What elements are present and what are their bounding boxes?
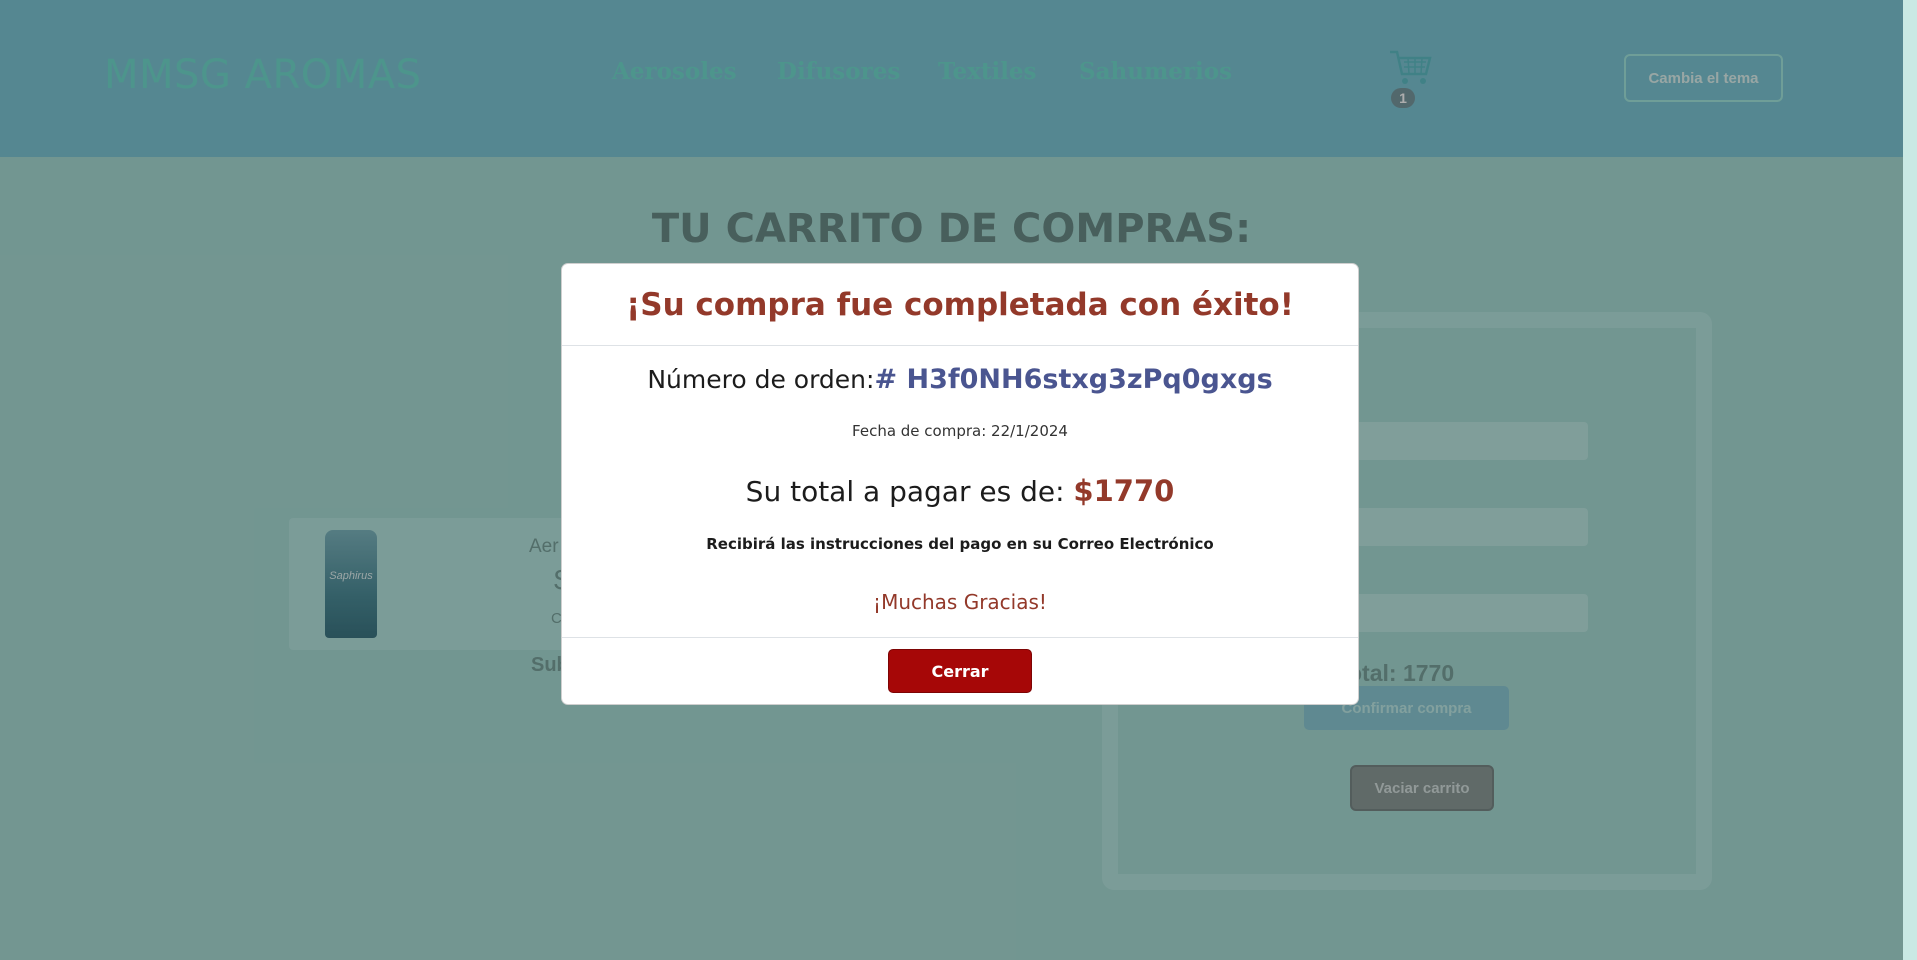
total-to-pay: Su total a pagar es de: $1770: [562, 474, 1358, 508]
order-number-label: Número de orden:: [647, 365, 875, 394]
modal-title: ¡Su compra fue completada con éxito!: [626, 286, 1294, 323]
modal-header: ¡Su compra fue completada con éxito!: [562, 264, 1358, 346]
modal-footer: Cerrar: [562, 638, 1358, 704]
total-label: Su total a pagar es de:: [745, 475, 1074, 508]
payment-instructions: Recibirá las instrucciones del pago en s…: [706, 535, 1214, 553]
order-id: # H3f0NH6stxg3zPq0gxgs: [874, 364, 1273, 395]
order-number: Número de orden:# H3f0NH6stxg3zPq0gxgs: [562, 364, 1358, 395]
page-scrollbar[interactable]: [1903, 0, 1917, 960]
total-amount: $1770: [1073, 474, 1175, 508]
purchase-date: Fecha de compra: 22/1/2024: [852, 422, 1068, 440]
close-button[interactable]: Cerrar: [888, 649, 1032, 693]
purchase-success-modal: ¡Su compra fue completada con éxito! Núm…: [561, 263, 1359, 705]
thank-you-message: ¡Muchas Gracias!: [873, 590, 1047, 614]
modal-body: Número de orden:# H3f0NH6stxg3zPq0gxgs F…: [562, 346, 1358, 638]
